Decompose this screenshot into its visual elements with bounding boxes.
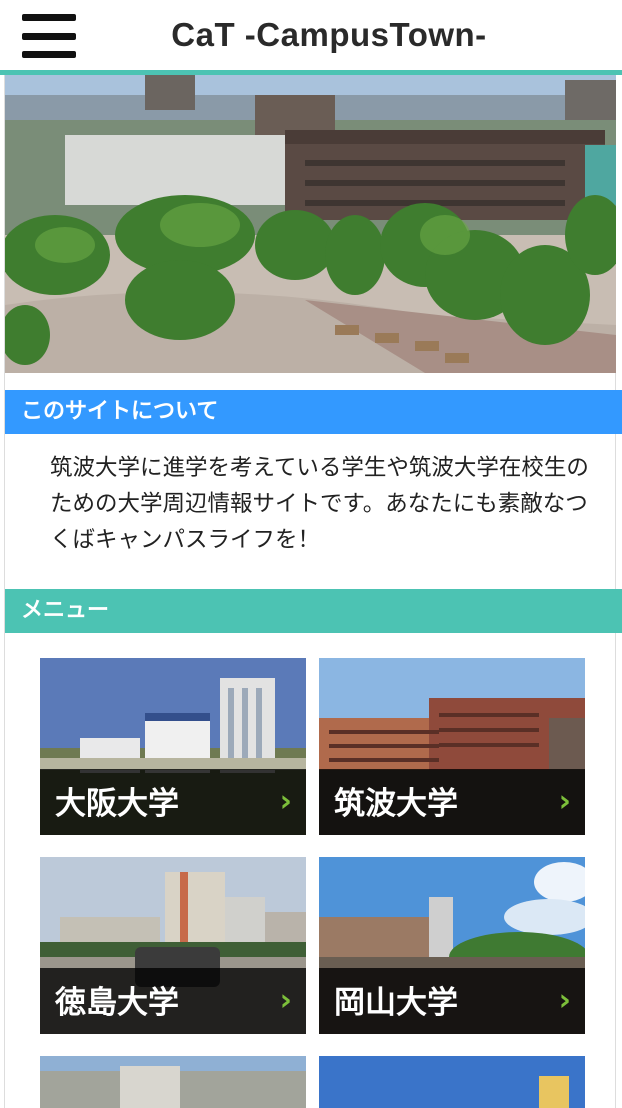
menu-card-tsukuba[interactable]: 筑波大学 ›: [319, 658, 585, 835]
menu-card-osaka[interactable]: 大阪大学 ›: [40, 658, 306, 835]
site-title: CaT -CampusTown-: [171, 16, 487, 53]
menu-card-label: 岡山大学: [334, 985, 458, 1021]
chevron-right-icon: ›: [558, 983, 571, 1018]
menu-card-label: 徳島大学: [55, 985, 179, 1021]
menu-card-tokushima[interactable]: 徳島大学 ›: [40, 857, 306, 1034]
menu-card-label: 大阪大学: [55, 786, 179, 822]
about-description: 筑波大学に進学を考えている学生や筑波大学在校生のための大学周辺情報サイトです。あ…: [50, 455, 589, 553]
about-heading: このサイトについて: [5, 390, 622, 434]
menu-card-partial-right[interactable]: [319, 1056, 585, 1108]
menu-card-okayama[interactable]: 岡山大学 ›: [319, 857, 585, 1034]
hero-campus-photo: [5, 75, 616, 373]
chevron-right-icon: ›: [279, 784, 292, 819]
chevron-right-icon: ›: [279, 983, 292, 1018]
top-bar: CaT -CampusTown-: [0, 0, 622, 70]
menu-card-partial-left[interactable]: [40, 1056, 306, 1108]
menu-card-label: 筑波大学: [334, 786, 458, 822]
chevron-right-icon: ›: [558, 784, 571, 819]
menu-heading: メニュー: [5, 589, 622, 633]
